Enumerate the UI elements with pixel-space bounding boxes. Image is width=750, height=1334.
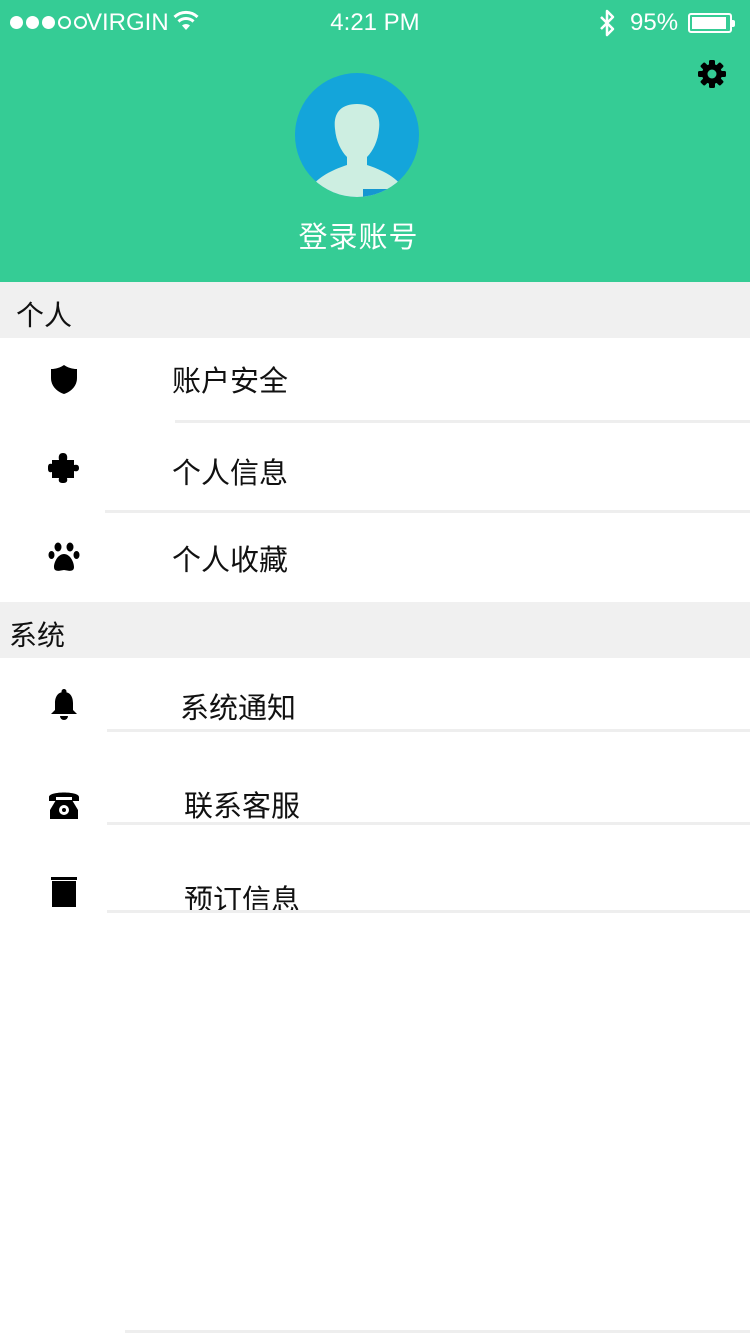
paw-icon bbox=[48, 542, 80, 571]
avatar[interactable] bbox=[295, 73, 419, 197]
menu-item-label: 个人收藏 bbox=[172, 543, 289, 577]
status-bar: VIRGIN 4:21 PM 95% bbox=[0, 0, 750, 46]
login-account-link[interactable]: 登录账号 bbox=[0, 214, 717, 256]
book-icon bbox=[51, 877, 77, 907]
menu-item-account-security[interactable]: 账户安全 bbox=[0, 339, 750, 419]
section-header-personal: 个人 bbox=[0, 282, 750, 338]
menu-item-label: 系统通知 bbox=[180, 691, 297, 725]
menu-item-label: 账户安全 bbox=[172, 364, 289, 398]
section-header-system: 系统 bbox=[0, 602, 750, 658]
phone-icon bbox=[49, 792, 79, 819]
shield-icon bbox=[51, 365, 77, 394]
menu-item-booking-info[interactable]: 预订信息 bbox=[0, 850, 750, 930]
menu-item-personal-info[interactable]: 个人信息 bbox=[0, 423, 750, 503]
battery-percent: 95% bbox=[630, 9, 679, 36]
user-silhouette-icon bbox=[313, 104, 401, 197]
profile-header: VIRGIN 4:21 PM 95% 登录账号 bbox=[0, 0, 750, 282]
menu-item-personal-favorites[interactable]: 个人收藏 bbox=[0, 513, 750, 593]
section-title-system: 系统 bbox=[9, 619, 66, 652]
menu-item-system-notifications[interactable]: 系统通知 bbox=[0, 658, 750, 738]
menu-item-contact-support[interactable]: 联系客服 bbox=[0, 760, 750, 840]
section-title-personal: 个人 bbox=[16, 299, 73, 332]
divider bbox=[107, 822, 750, 825]
menu-item-label: 个人信息 bbox=[172, 456, 289, 490]
divider bbox=[125, 1330, 750, 1333]
divider bbox=[107, 729, 750, 732]
menu-item-label: 联系客服 bbox=[184, 789, 301, 823]
puzzle-icon bbox=[48, 453, 79, 483]
bluetooth-icon bbox=[600, 9, 615, 37]
divider bbox=[107, 910, 750, 913]
battery-icon bbox=[688, 13, 735, 33]
settings-gear-icon[interactable] bbox=[696, 58, 728, 90]
bell-icon bbox=[51, 689, 77, 720]
